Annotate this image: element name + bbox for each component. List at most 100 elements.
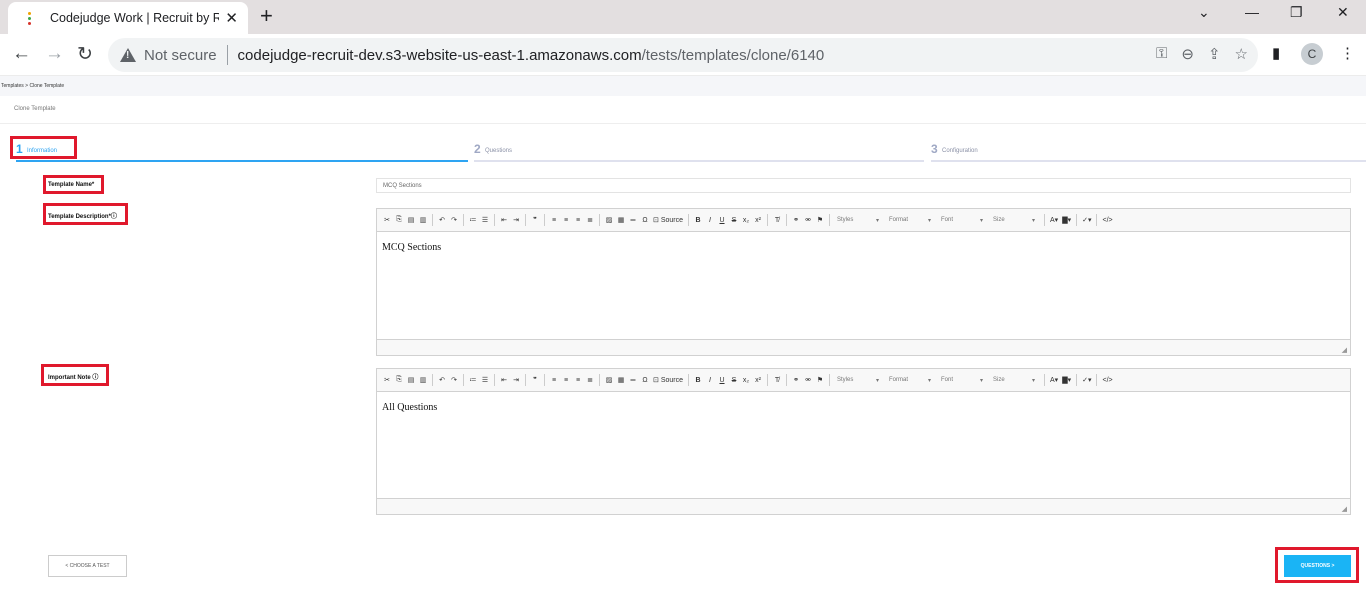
template-name-input[interactable]: MCQ Sections [376,178,1351,193]
important-note-editor[interactable]: ✂ ⎘ ▤ ▥ ↶ ↷ ≔ ☰ ⇤ ⇥ ❞ ≡ ≡ ≡ ≣ ▨ ▦ ═ Ω ⊡ Source BIUSx… [376,368,1351,515]
address-bar[interactable]: Not secure codejudge-recruit-dev.s3-webs… [108,38,1258,72]
resize-handle-icon[interactable]: ◢ [1342,346,1347,354]
paste-icon[interactable]: ▤ [407,216,415,224]
subscript-icon[interactable]: x₂ [742,217,750,224]
outdent-icon[interactable]: ⇤ [500,216,508,224]
description-editor-content[interactable]: MCQ Sections [377,232,1350,263]
browser-tab[interactable]: Codejudge Work | Recruit by Rea ✕ [8,2,248,34]
cut-icon[interactable]: ✂ [383,216,391,224]
superscript-icon[interactable]: x² [754,377,762,384]
copy-icon[interactable]: ⎘ [395,376,403,384]
size-dropdown[interactable]: Size ▾ [991,377,1039,384]
side-panel-icon[interactable]: ▮ [1272,44,1280,62]
window-close-icon[interactable]: ✕ [1337,4,1349,21]
undo-icon[interactable]: ↶ [438,376,446,384]
outdent-icon[interactable]: ⇤ [500,376,508,384]
anchor-flag-icon[interactable]: ⚑ [816,376,824,384]
font-dropdown[interactable]: Font ▾ [939,217,987,224]
special-char-icon[interactable]: Ω [641,377,649,384]
hr-icon[interactable]: ═ [629,377,637,384]
blockquote-icon[interactable]: ❞ [531,376,539,384]
restore-icon[interactable]: ❐ [1290,4,1303,21]
align-center-icon[interactable]: ≡ [562,217,570,224]
styles-dropdown[interactable]: Styles ▾ [835,377,883,384]
cut-icon[interactable]: ✂ [383,376,391,384]
size-dropdown[interactable]: Size ▾ [991,217,1039,224]
align-left-icon[interactable]: ≡ [550,377,558,384]
important-note-editor-content[interactable]: All Questions [377,392,1350,423]
indent-icon[interactable]: ⇥ [512,376,520,384]
code-icon[interactable]: </> [1102,217,1112,224]
copy-icon[interactable]: ⎘ [395,216,403,224]
remove-format-icon[interactable]: T̸ [773,217,781,224]
profile-avatar[interactable]: C [1301,43,1323,65]
link-icon[interactable]: ⚭ [792,216,800,224]
table-icon[interactable]: ▦ [617,216,625,224]
align-right-icon[interactable]: ≡ [574,217,582,224]
strike-icon[interactable]: S [730,217,738,224]
underline-icon[interactable]: U [718,217,726,224]
text-color-icon[interactable]: A▾ [1050,376,1058,384]
underline-icon[interactable]: U [718,377,726,384]
step-questions[interactable]: 2 Questions [474,138,924,162]
image-icon[interactable]: ▨ [605,376,613,384]
key-icon[interactable]: ⚿ [1156,45,1167,63]
step-information[interactable]: 1 Information [16,138,468,162]
numbered-list-icon[interactable]: ≔ [469,376,477,384]
url-text[interactable]: codejudge-recruit-dev.s3-website-us-east… [238,47,825,64]
paste-icon[interactable]: ▤ [407,376,415,384]
strike-icon[interactable]: S [730,377,738,384]
numbered-list-icon[interactable]: ≔ [469,216,477,224]
italic-icon[interactable]: I [706,377,714,384]
new-tab-button[interactable]: + [260,5,273,27]
unlink-icon[interactable]: ⚮ [804,376,812,384]
paste-text-icon[interactable]: ▥ [419,216,427,224]
text-color-icon[interactable]: A▾ [1050,216,1058,224]
menu-dots-icon[interactable]: ⋮ [1340,44,1355,62]
bold-icon[interactable]: B [694,217,702,224]
link-icon[interactable]: ⚭ [792,376,800,384]
font-dropdown[interactable]: Font ▾ [939,377,987,384]
zoom-icon[interactable]: ⊖ [1181,45,1194,63]
back-arrow-icon[interactable]: ← [12,43,31,65]
paste-text-icon[interactable]: ▥ [419,376,427,384]
source-button[interactable]: ⊡ Source [653,376,683,384]
format-dropdown[interactable]: Format ▾ [887,217,935,224]
code-icon[interactable]: </> [1102,377,1112,384]
bullet-list-icon[interactable]: ☰ [481,216,489,224]
superscript-icon[interactable]: x² [754,217,762,224]
minimize-icon[interactable]: — [1245,4,1259,20]
justify-icon[interactable]: ≣ [586,376,594,384]
forward-arrow-icon[interactable]: → [45,43,64,65]
justify-icon[interactable]: ≣ [586,216,594,224]
bg-color-icon[interactable]: ▇▾ [1062,216,1071,224]
image-icon[interactable]: ▨ [605,216,613,224]
subscript-icon[interactable]: x₂ [742,377,750,384]
bold-icon[interactable]: B [694,377,702,384]
hr-icon[interactable]: ═ [629,217,637,224]
unlink-icon[interactable]: ⚮ [804,216,812,224]
bullet-list-icon[interactable]: ☰ [481,376,489,384]
star-icon[interactable]: ☆ [1235,45,1248,63]
choose-a-test-button[interactable]: < CHOOSE A TEST [48,555,127,577]
undo-icon[interactable]: ↶ [438,216,446,224]
special-char-icon[interactable]: Ω [641,217,649,224]
spellcheck-icon[interactable]: ✓▾ [1082,216,1091,224]
anchor-flag-icon[interactable]: ⚑ [816,216,824,224]
step-configuration[interactable]: 3 Configuration [931,138,1366,162]
reload-icon[interactable]: ↻ [77,43,93,66]
align-left-icon[interactable]: ≡ [550,217,558,224]
source-button[interactable]: ⊡ Source [653,216,683,224]
indent-icon[interactable]: ⇥ [512,216,520,224]
redo-icon[interactable]: ↷ [450,376,458,384]
description-editor[interactable]: ✂ ⎘ ▤ ▥ ↶ ↷ ≔ ☰ ⇤ ⇥ ❞ ≡ ≡ ≡ ≣ ▨ ▦ ═ Ω ⊡ Source BIUSx… [376,208,1351,356]
resize-handle-icon[interactable]: ◢ [1342,505,1347,513]
align-center-icon[interactable]: ≡ [562,377,570,384]
styles-dropdown[interactable]: Styles ▾ [835,217,883,224]
tab-search-icon[interactable]: ⌄ [1198,4,1210,21]
share-icon[interactable]: ⇪ [1208,45,1221,63]
format-dropdown[interactable]: Format ▾ [887,377,935,384]
align-right-icon[interactable]: ≡ [574,377,582,384]
bg-color-icon[interactable]: ▇▾ [1062,376,1071,384]
close-tab-icon[interactable]: ✕ [225,9,238,27]
